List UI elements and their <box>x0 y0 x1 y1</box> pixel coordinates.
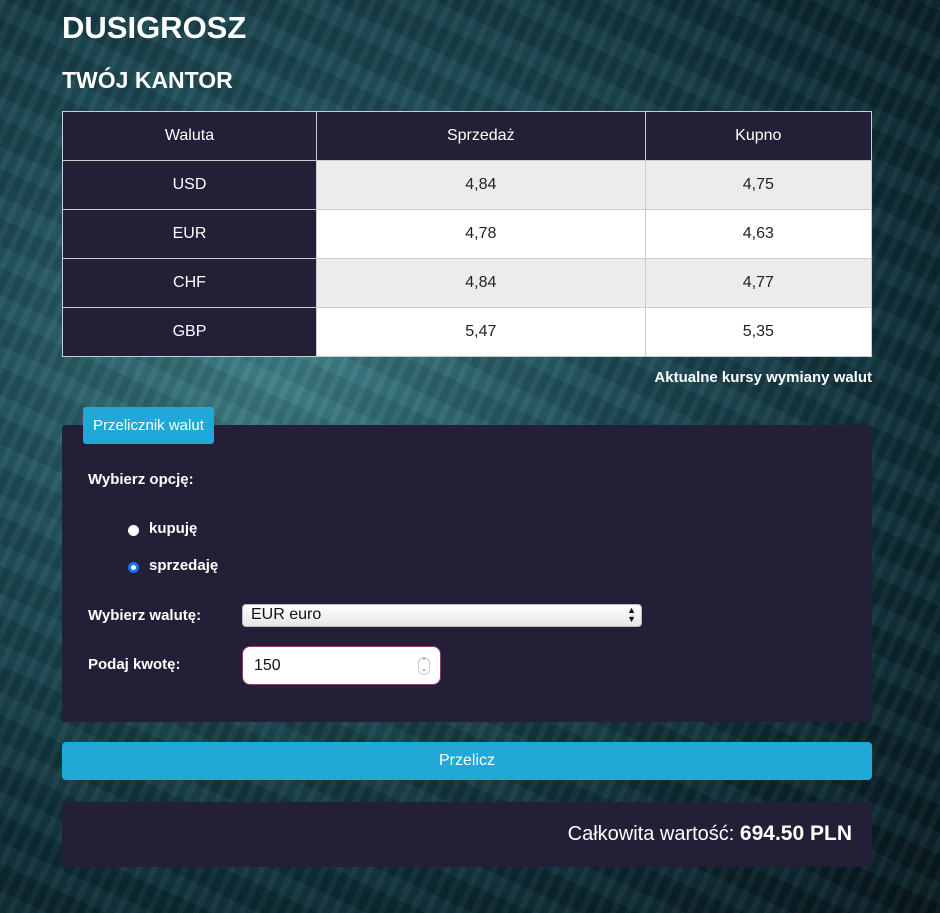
buy-cell: 5,35 <box>644 307 873 357</box>
table-row: GBP 5,47 5,35 <box>62 307 873 357</box>
table-caption: Aktualne kursy wymiany walut <box>654 369 872 386</box>
radio-sell[interactable] <box>128 562 139 573</box>
currency-cell: EUR <box>62 209 317 259</box>
radio-sell-label[interactable]: sprzedaję <box>149 557 218 574</box>
buy-cell: 4,63 <box>644 209 873 259</box>
option-label: Wybierz opcję: <box>88 471 194 488</box>
result-label: Całkowita wartość: <box>567 823 735 845</box>
buy-cell: 4,75 <box>644 160 873 210</box>
converter-panel: Wybierz opcję: kupuję sprzedaję Wybierz … <box>62 425 872 722</box>
column-header: Waluta <box>62 111 317 161</box>
result-value: 694.50 PLN <box>739 822 852 845</box>
sell-cell: 4,84 <box>316 258 646 308</box>
select-arrows-icon: ▲ ▼ <box>627 605 636 624</box>
page-subtitle: TWÓJ KANTOR <box>62 67 233 93</box>
sell-cell: 4,78 <box>316 209 646 259</box>
currency-select[interactable]: EUR euro ▲ ▼ <box>242 604 642 627</box>
currency-cell: CHF <box>62 258 317 308</box>
table-row: EUR 4,78 4,63 <box>62 209 873 259</box>
buy-cell: 4,77 <box>644 258 873 308</box>
column-header: Sprzedaż <box>316 111 646 161</box>
result-box: Całkowita wartość: 694.50 PLN <box>62 802 872 867</box>
app-title: DUSIGROSZ <box>62 10 247 45</box>
amount-input[interactable]: 150 ⌃ ⌄ <box>242 646 441 685</box>
table-header: Waluta Sprzedaż Kupno <box>62 111 873 161</box>
convert-button[interactable]: Przelicz <box>62 742 872 780</box>
currency-select-value: EUR euro <box>251 606 322 623</box>
amount-label: Podaj kwotę: <box>88 656 181 673</box>
spinner-icon[interactable]: ⌃ ⌄ <box>418 657 430 675</box>
amount-value: 150 <box>254 657 281 674</box>
column-header: Kupno <box>644 111 873 161</box>
sell-cell: 4,84 <box>316 160 646 210</box>
currency-cell: GBP <box>62 307 317 357</box>
radio-buy[interactable] <box>128 525 139 536</box>
currency-cell: USD <box>62 160 317 210</box>
converter-tab: Przelicznik walut <box>83 407 214 444</box>
rates-table: Waluta Sprzedaż Kupno USD 4,84 4,75 EUR 4,7… <box>62 111 873 357</box>
table-row: USD 4,84 4,75 <box>62 160 873 210</box>
table-row: CHF 4,84 4,77 <box>62 258 873 308</box>
sell-cell: 5,47 <box>316 307 646 357</box>
radio-buy-label[interactable]: kupuję <box>149 520 197 537</box>
currency-label: Wybierz walutę: <box>88 607 202 624</box>
